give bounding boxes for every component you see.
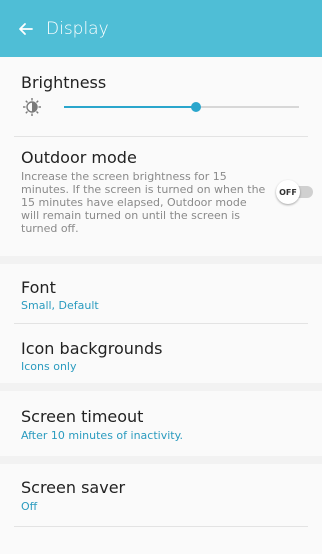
screen-timeout-value: After 10 minutes of inactivity. (21, 429, 184, 442)
outdoor-mode-title: Outdoor mode (21, 148, 137, 167)
back-button[interactable] (6, 0, 46, 57)
icon-backgrounds-title[interactable]: Icon backgrounds (21, 339, 163, 358)
brightness-slider-thumb[interactable] (190, 102, 201, 112)
brightness-title: Brightness (21, 73, 107, 92)
screen-saver-value: Off (21, 500, 38, 513)
screen-saver-title[interactable]: Screen saver (21, 478, 125, 497)
icon-backgrounds-value: Icons only (21, 360, 77, 373)
outdoor-mode-toggle-knob[interactable]: OFF (276, 180, 300, 204)
brightness-auto-icon (23, 98, 41, 116)
screen-timeout-title[interactable]: Screen timeout (21, 407, 143, 426)
brightness-slider-fill (64, 106, 196, 108)
font-value: Small, Default (21, 299, 99, 312)
divider (14, 526, 308, 527)
outdoor-mode-description: Increase the screen brightness for 15 mi… (21, 170, 266, 235)
arrow-left-icon (19, 22, 33, 35)
display-settings-screen: Display Brightness Outdoor mode Increase… (0, 0, 322, 554)
page-title: Display (46, 18, 109, 39)
divider (14, 136, 308, 137)
font-title[interactable]: Font (21, 278, 56, 297)
app-bar: Display (0, 0, 322, 57)
divider (14, 323, 308, 324)
